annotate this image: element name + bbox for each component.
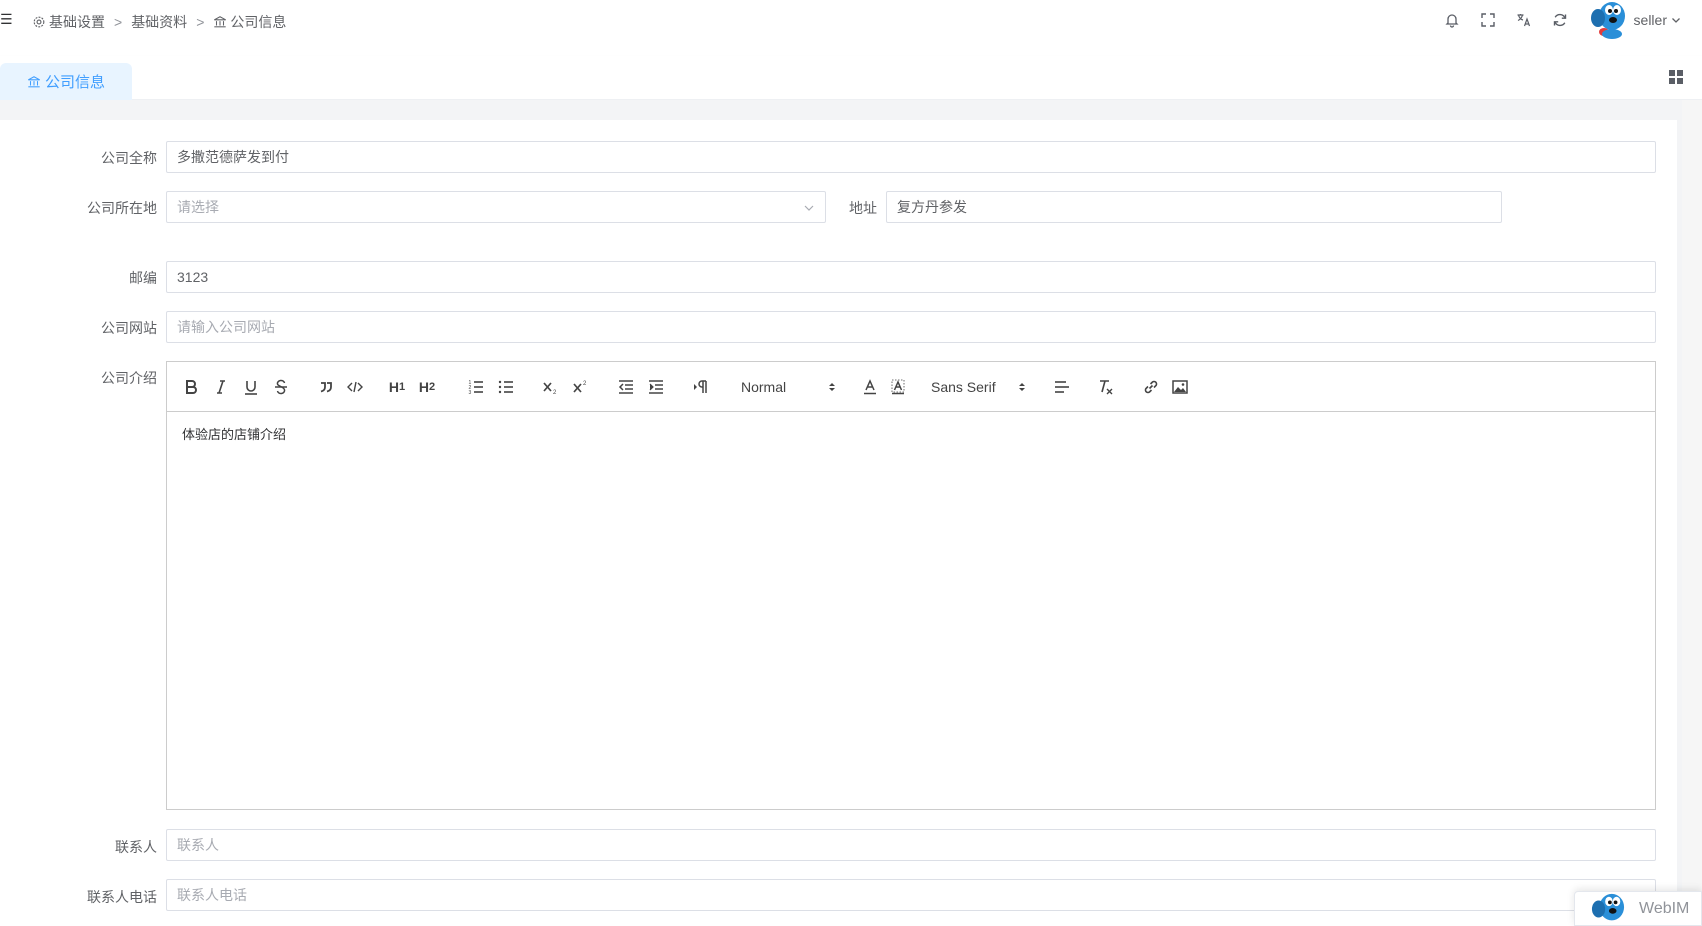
tab-company-info[interactable]: 公司信息 — [0, 63, 132, 100]
svg-text:2: 2 — [583, 381, 587, 387]
top-header: ☰ 基础设置 > 基础资料 > 公司信息 seller — [0, 0, 1702, 40]
align-left-icon[interactable] — [1052, 377, 1072, 397]
webim-avatar-icon — [1591, 893, 1625, 920]
clear-format-icon[interactable] — [1096, 377, 1116, 397]
company-name-input[interactable]: 多撒范德萨发到付 — [166, 141, 1656, 173]
editor-content[interactable]: 体验店的店铺介绍 — [167, 412, 1655, 455]
breadcrumb-item-basic-data[interactable]: 基础资料 — [131, 12, 187, 32]
code-block-icon[interactable] — [345, 377, 365, 397]
strikethrough-icon[interactable] — [271, 377, 291, 397]
indent-icon[interactable] — [646, 377, 666, 397]
webim-label: WebIM — [1639, 899, 1690, 917]
header-actions: seller — [1444, 0, 1702, 40]
updown-arrow-icon — [829, 383, 835, 391]
heading2-icon[interactable]: H2 — [416, 377, 438, 397]
bank-icon — [28, 75, 40, 87]
bold-icon[interactable] — [181, 377, 201, 397]
username[interactable]: seller — [1634, 12, 1667, 28]
scrollbar[interactable] — [1682, 100, 1702, 926]
address-label: 地址 — [849, 200, 877, 216]
breadcrumb-separator: > — [114, 14, 123, 30]
svg-text:2: 2 — [553, 390, 557, 396]
grid-menu-icon[interactable] — [1668, 69, 1684, 85]
tags-view: 公司信息 — [0, 56, 1702, 100]
postcode-label: 邮编 — [129, 270, 157, 286]
header-select[interactable]: Normal — [741, 377, 837, 397]
svg-text:3: 3 — [469, 390, 472, 396]
breadcrumb-label: 基础资料 — [131, 14, 188, 30]
chevron-down-icon[interactable] — [1671, 15, 1681, 25]
webim-widget[interactable]: WebIM — [1574, 891, 1702, 926]
underline-icon[interactable] — [241, 377, 261, 397]
text-color-icon[interactable] — [860, 377, 880, 397]
ordered-list-icon[interactable]: 123 — [466, 377, 486, 397]
italic-icon[interactable] — [211, 377, 231, 397]
company-location-label: 公司所在地 — [87, 200, 157, 216]
rich-text-editor: H1 H2 123 2 2 Normal Sans Serif 体验店的店铺介绍 — [166, 361, 1656, 810]
breadcrumb: 基础设置 > 基础资料 > 公司信息 — [32, 12, 286, 32]
blockquote-icon[interactable] — [316, 377, 336, 397]
hamburger-icon[interactable]: ☰ — [0, 11, 13, 28]
website-input[interactable]: 请输入公司网站 — [166, 311, 1656, 343]
contact-phone-input[interactable]: 联系人电话 — [166, 879, 1656, 911]
fullscreen-icon[interactable] — [1480, 12, 1496, 28]
select-placeholder: 请选择 — [177, 199, 219, 215]
breadcrumb-label: 基础设置 — [49, 14, 105, 30]
superscript-icon[interactable]: 2 — [571, 377, 591, 397]
website-label: 公司网站 — [101, 320, 157, 336]
editor-toolbar: H1 H2 123 2 2 Normal Sans Serif — [167, 362, 1655, 412]
font-select[interactable]: Sans Serif — [931, 377, 1027, 397]
image-icon[interactable] — [1170, 377, 1190, 397]
translate-icon[interactable] — [1516, 12, 1532, 28]
breadcrumb-separator: > — [196, 14, 205, 30]
link-icon[interactable] — [1141, 377, 1161, 397]
updown-arrow-icon — [1019, 383, 1025, 391]
postcode-input[interactable]: 3123 — [166, 261, 1656, 293]
subscript-icon[interactable]: 2 — [541, 377, 561, 397]
breadcrumb-label: 公司信息 — [230, 14, 287, 30]
breadcrumb-item-basic-settings[interactable]: 基础设置 — [32, 12, 105, 32]
text-direction-icon[interactable] — [691, 377, 711, 397]
outdent-icon[interactable] — [616, 377, 636, 397]
contact-input[interactable]: 联系人 — [166, 829, 1656, 861]
breadcrumb-item-company-info: 公司信息 — [213, 12, 286, 32]
bank-icon — [214, 16, 227, 28]
gear-icon — [33, 16, 45, 28]
heading1-icon[interactable]: H1 — [386, 377, 408, 397]
refresh-icon[interactable] — [1552, 12, 1568, 28]
bullet-list-icon[interactable] — [496, 377, 516, 397]
company-name-label: 公司全称 — [101, 150, 157, 166]
intro-label: 公司介绍 — [101, 370, 157, 386]
address-input[interactable]: 复方丹参发 — [886, 191, 1502, 223]
contact-label: 联系人 — [115, 839, 157, 855]
background-color-icon[interactable] — [888, 377, 908, 397]
avatar[interactable] — [1588, 0, 1628, 40]
contact-phone-label: 联系人电话 — [87, 889, 157, 905]
bell-icon[interactable] — [1444, 12, 1460, 28]
tab-label: 公司信息 — [44, 74, 105, 91]
